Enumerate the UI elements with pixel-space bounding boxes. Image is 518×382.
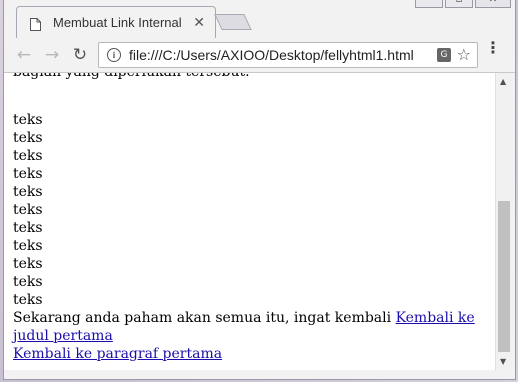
teks-line: teks xyxy=(13,220,43,236)
menu-kebab-icon[interactable]: ⋮ xyxy=(485,40,501,56)
scroll-down-arrow-icon[interactable]: ▼ xyxy=(500,357,506,366)
teks-list: teks teks teks teks teks teks teks teks teks teks… xyxy=(13,111,485,309)
teks-line: teks xyxy=(13,148,43,164)
teks-line: teks xyxy=(13,184,43,200)
teks-line: teks xyxy=(13,274,43,290)
closing-paragraph: Sekarang anda paham akan semua itu, inga… xyxy=(13,309,485,363)
tab-active[interactable]: Membuat Link Internal ✕ xyxy=(16,6,216,38)
teks-line: teks xyxy=(13,166,43,182)
teks-line: teks xyxy=(13,238,43,254)
paragraph-text: Sekarang anda paham akan semua itu, inga… xyxy=(13,310,396,326)
page-viewport: bagian yang diperlukan tersebut. tekstek… xyxy=(4,73,495,370)
scroll-up-arrow-icon[interactable]: ▲ xyxy=(500,77,506,86)
address-bar[interactable]: i file:///C:/Users/AXIOO/Desktop/fellyht… xyxy=(98,42,478,68)
new-tab-button[interactable] xyxy=(214,14,252,30)
scrollbar-thumb[interactable] xyxy=(498,200,510,353)
cut-off-text: bagian yang diperlukan tersebut. xyxy=(13,73,485,81)
teks-line: teks xyxy=(13,202,43,218)
page-content: bagian yang diperlukan tersebut. tekstek… xyxy=(13,73,485,363)
tab-title: Membuat Link Internal xyxy=(53,15,182,30)
reload-icon[interactable]: ↻ xyxy=(68,43,92,67)
translate-icon[interactable]: G xyxy=(437,48,451,62)
vertical-scrollbar[interactable]: ▲ ▼ xyxy=(495,73,512,370)
url-text[interactable]: file:///C:/Users/AXIOO/Desktop/fellyhtml… xyxy=(129,47,414,63)
page-icon xyxy=(30,16,41,31)
tab-close-icon[interactable]: ✕ xyxy=(193,14,205,31)
link-back-to-first-paragraph[interactable]: Kembali ke paragraf pertama xyxy=(13,346,222,362)
tab-strip: Membuat Link Internal ✕ xyxy=(4,0,515,38)
teks-line: teks xyxy=(13,256,43,272)
bookmark-star-icon[interactable]: ☆ xyxy=(457,45,471,64)
forward-arrow-icon[interactable]: → xyxy=(40,43,64,67)
teks-line: teks xyxy=(13,112,43,128)
back-arrow-icon[interactable]: ← xyxy=(12,43,36,67)
info-icon[interactable]: i xyxy=(107,48,121,62)
teks-line: teks xyxy=(13,130,43,146)
browser-window: – ▫ ✕ Membuat Link Internal ✕ ← → ↻ i fi… xyxy=(3,0,516,380)
toolbar: ← → ↻ i file:///C:/Users/AXIOO/Desktop/f… xyxy=(4,38,515,73)
teks-line: teks xyxy=(13,292,43,308)
